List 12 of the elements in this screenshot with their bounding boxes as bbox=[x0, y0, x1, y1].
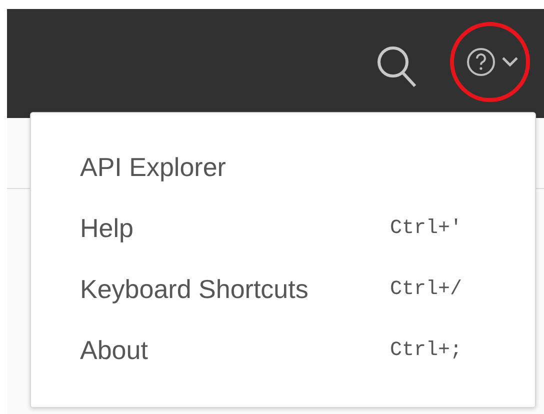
menu-item[interactable]: About Ctrl+; bbox=[31, 320, 535, 381]
shortcut-text: Ctrl+' bbox=[390, 217, 462, 240]
help-button[interactable] bbox=[466, 47, 519, 77]
menu-item[interactable]: API Explorer bbox=[31, 137, 535, 198]
help-icon bbox=[466, 47, 496, 77]
chevron-down-icon bbox=[501, 56, 519, 68]
shortcut-text: Ctrl+; bbox=[390, 339, 462, 362]
menu-item[interactable]: Keyboard Shortcuts Ctrl+/ bbox=[31, 259, 535, 320]
shortcut-text: Ctrl+/ bbox=[390, 278, 462, 301]
menu-item[interactable]: Help Ctrl+' bbox=[31, 198, 535, 259]
search-icon bbox=[378, 46, 416, 88]
search-button[interactable] bbox=[376, 45, 418, 89]
